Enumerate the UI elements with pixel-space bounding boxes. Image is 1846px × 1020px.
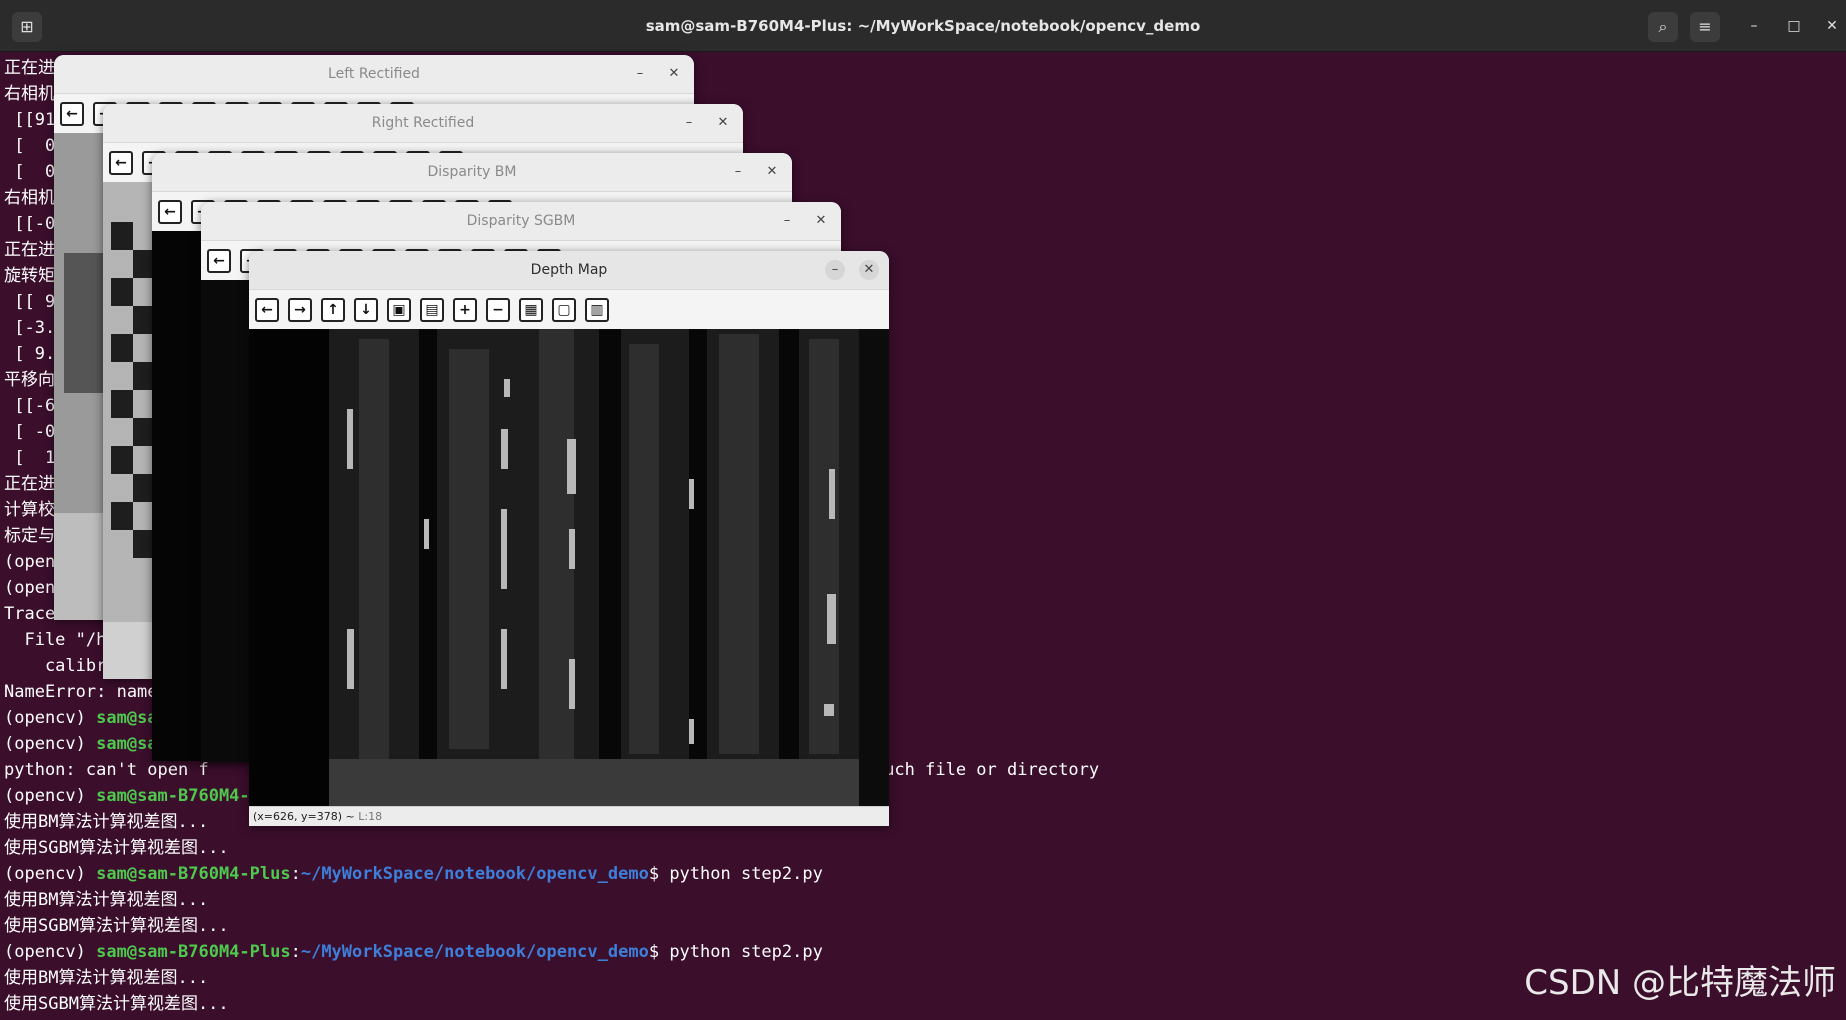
prompt-env: (opencv) bbox=[4, 864, 97, 884]
arrow-up-icon[interactable]: ↑ bbox=[321, 297, 345, 322]
watermark: CSDN @比特魔法师 bbox=[1524, 963, 1836, 1003]
minimize-icon[interactable]: – bbox=[630, 64, 650, 84]
minimize-icon[interactable]: – bbox=[777, 211, 797, 231]
close-icon[interactable]: ✕ bbox=[811, 211, 831, 231]
terminal-title: sam@sam-B760M4-Plus: ~/MyWorkSpace/noteb… bbox=[645, 17, 1201, 35]
arrow-left-icon[interactable]: ← bbox=[60, 101, 84, 126]
close-icon[interactable]: ✕ bbox=[664, 64, 684, 84]
window-title: Disparity SGBM bbox=[466, 213, 576, 229]
window-title: Disparity BM bbox=[427, 164, 517, 180]
arrow-left-icon[interactable]: ← bbox=[207, 248, 231, 273]
prompt-separator: : bbox=[290, 864, 301, 884]
status-coords: (x=626, y=378) ~ bbox=[253, 810, 355, 823]
properties-icon[interactable]: ▥ bbox=[585, 297, 609, 322]
search-icon[interactable]: ⌕ bbox=[1648, 12, 1678, 42]
status-value: L:18 bbox=[358, 810, 383, 823]
zoom-fit-icon[interactable]: ▣ bbox=[387, 297, 411, 322]
zoom-in-icon[interactable]: + bbox=[453, 297, 477, 322]
prompt-path: ~/MyWorkSpace/notebook/opencv_demo bbox=[300, 864, 649, 884]
terminal-line: 使用BM算法计算视差图... bbox=[4, 890, 209, 910]
arrow-down-icon[interactable]: ↓ bbox=[354, 297, 378, 322]
prompt-command: $ python step2.py bbox=[648, 864, 823, 884]
prompt-user: sam@sa bbox=[96, 708, 158, 728]
prompt-user: sam@sam-B760M4-Plus bbox=[96, 942, 291, 962]
arrow-right-icon[interactable]: → bbox=[288, 297, 312, 322]
window-titlebar[interactable]: Right Rectified – ✕ bbox=[103, 104, 743, 142]
window-titlebar[interactable]: Depth Map – ✕ bbox=[249, 251, 889, 289]
prompt-env: (opencv) bbox=[4, 734, 97, 754]
status-bar: (x=626, y=378) ~ L:18 bbox=[249, 806, 889, 826]
window-depth-map[interactable]: Depth Map – ✕ ← → ↑ ↓ ▣ ▤ + − ▦ ▢ ▥ (x=6… bbox=[249, 251, 889, 826]
close-icon[interactable]: ✕ bbox=[762, 162, 782, 182]
terminal-header: ⊞ sam@sam-B760M4-Plus: ~/MyWorkSpace/not… bbox=[0, 0, 1846, 52]
window-titlebar[interactable]: Disparity SGBM – ✕ bbox=[201, 202, 841, 240]
save-icon[interactable]: ▦ bbox=[519, 297, 543, 322]
prompt-command: $ python step2.py bbox=[648, 942, 823, 962]
close-icon[interactable]: ✕ bbox=[713, 113, 733, 133]
prompt-env: (opencv) bbox=[4, 786, 97, 806]
minimize-icon[interactable]: – bbox=[1742, 14, 1766, 38]
window-title: Left Rectified bbox=[328, 66, 420, 82]
minimize-icon[interactable]: – bbox=[679, 113, 699, 133]
arrow-left-icon[interactable]: ← bbox=[158, 199, 182, 224]
close-icon[interactable]: ✕ bbox=[859, 260, 879, 280]
prompt-env: (opencv) bbox=[4, 708, 97, 728]
maximize-icon[interactable]: □ bbox=[1782, 14, 1806, 38]
zoom-original-icon[interactable]: ▤ bbox=[420, 297, 444, 322]
window-titlebar[interactable]: Left Rectified – ✕ bbox=[54, 55, 694, 93]
window-titlebar[interactable]: Disparity BM – ✕ bbox=[152, 153, 792, 191]
window-title: Depth Map bbox=[530, 262, 608, 278]
prompt-env: (opencv) bbox=[4, 942, 97, 962]
menu-icon[interactable]: ≡ bbox=[1690, 12, 1720, 42]
zoom-out-icon[interactable]: − bbox=[486, 297, 510, 322]
terminal-line: (opencv) sam@sam-B760M4-Plus:~/MyWorkSpa… bbox=[4, 861, 1844, 887]
arrow-left-icon[interactable]: ← bbox=[255, 297, 279, 322]
copy-icon[interactable]: ▢ bbox=[552, 297, 576, 322]
window-title: Right Rectified bbox=[371, 115, 475, 131]
terminal-line: 使用SGBM算法计算视差图... bbox=[4, 838, 229, 858]
prompt-user: sam@sam-B760M4-Plus bbox=[96, 864, 291, 884]
image-toolbar: ← → ↑ ↓ ▣ ▤ +−▦ ▢ ▥ bbox=[249, 289, 889, 329]
minimize-icon[interactable]: – bbox=[825, 260, 845, 280]
close-icon[interactable]: ✕ bbox=[1820, 14, 1844, 38]
prompt-separator: : bbox=[290, 942, 301, 962]
terminal-line: 使用SGBM算法计算视差图... bbox=[4, 916, 229, 936]
prompt-user: sam@sam-B760M4-P bbox=[96, 786, 260, 806]
minimize-icon[interactable]: – bbox=[728, 162, 748, 182]
arrow-left-icon[interactable]: ← bbox=[109, 150, 133, 175]
depth-map-image[interactable] bbox=[249, 329, 889, 806]
prompt-path: ~/MyWorkSpace/notebook/opencv_demo bbox=[300, 942, 649, 962]
